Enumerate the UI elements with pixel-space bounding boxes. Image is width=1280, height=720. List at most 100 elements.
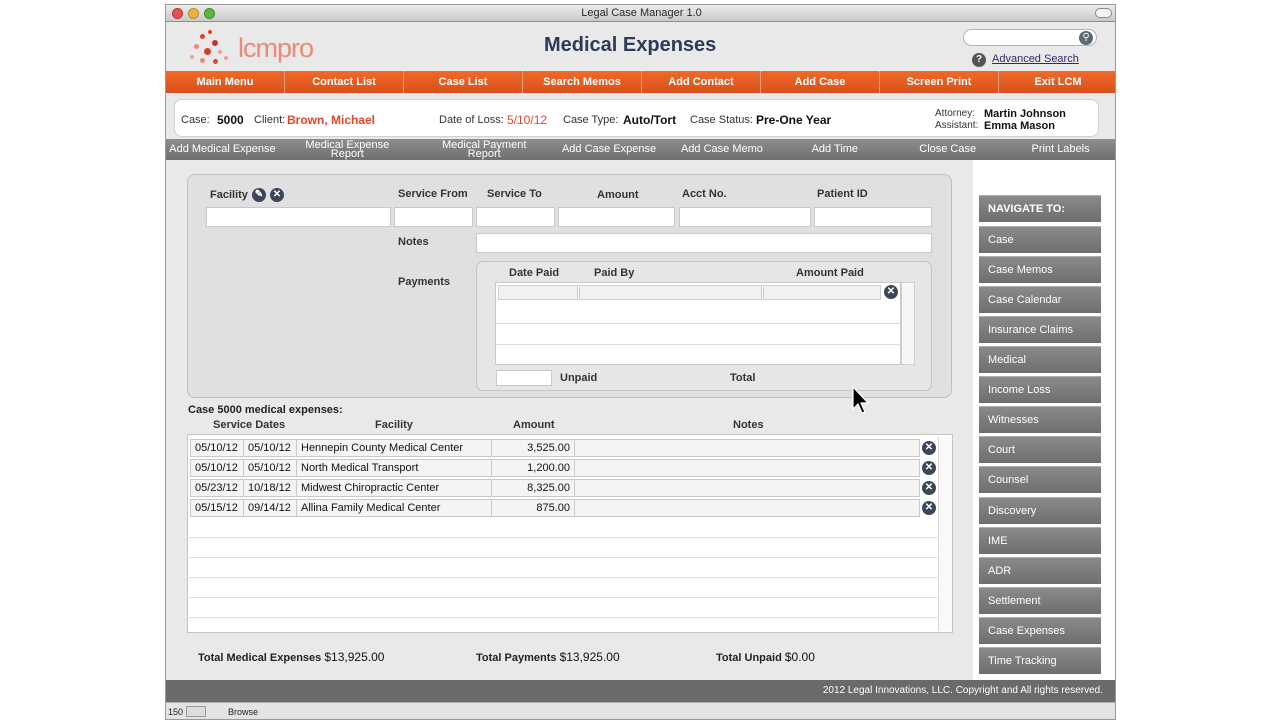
nav-adr[interactable]: ADR [979,557,1101,584]
advanced-search-link[interactable]: Advanced Search [992,53,1079,65]
acct-no-field[interactable] [679,207,811,227]
amount-cell[interactable]: 1,200.00 [491,459,575,477]
amount-label: Amount [597,189,639,201]
medical-payment-report-button[interactable]: Medical Payment Report [416,139,553,160]
nav-settlement[interactable]: Settlement [979,587,1101,614]
menu-contact-list[interactable]: Contact List [285,71,404,93]
help-icon[interactable]: ? [972,53,986,67]
action-bar: Add Medical Expense Medical Expense Repo… [166,139,1115,160]
facility-label: Facility [210,189,248,201]
toolbar-toggle-button[interactable] [1095,8,1112,18]
medical-expense-report-button[interactable]: Medical Expense Report [279,139,416,160]
search-input[interactable] [963,29,1097,46]
menu-add-case[interactable]: Add Case [761,71,880,93]
payment-paid-by-cell[interactable] [579,285,762,300]
menu-add-contact[interactable]: Add Contact [642,71,761,93]
menu-screen-print[interactable]: Screen Print [880,71,999,93]
service-from-cell[interactable]: 05/10/12 [190,459,244,477]
nav-insurance-claims[interactable]: Insurance Claims [979,316,1101,343]
facility-header: Facility [375,419,413,431]
expense-row[interactable]: 05/10/12 05/10/12 Hennepin County Medica… [190,439,938,457]
amount-cell[interactable]: 8,325.00 [491,479,575,497]
delete-expense-icon[interactable]: ✕ [922,481,936,495]
unpaid-label: Unpaid [560,372,598,384]
menu-exit-lcm[interactable]: Exit LCM [999,71,1115,93]
delete-payment-icon[interactable]: ✕ [884,285,898,299]
notes-field[interactable] [476,233,932,253]
clear-facility-icon[interactable]: ✕ [270,188,284,202]
expenses-list: 05/10/12 05/10/12 Hennepin County Medica… [187,434,953,633]
notes-cell[interactable] [574,499,920,517]
search-icon[interactable]: ⚲ [1079,31,1093,45]
nav-counsel[interactable]: Counsel [979,466,1101,493]
service-from-cell[interactable]: 05/23/12 [190,479,244,497]
case-label: Case: [181,114,210,126]
payment-amount-cell[interactable] [763,285,881,300]
facility-cell[interactable]: North Medical Transport [296,459,492,477]
payments-scrollbar[interactable] [901,282,915,365]
facility-cell[interactable]: Allina Family Medical Center [296,499,492,517]
notes-cell[interactable] [574,479,920,497]
case-status-value: Pre-One Year [756,113,832,127]
notes-cell[interactable] [574,439,920,457]
attorney-name: Martin Johnson [984,108,1066,120]
nav-time-tracking[interactable]: Time Tracking [979,647,1101,674]
app-window: Legal Case Manager 1.0 lcmpro Medical Ex… [165,4,1116,720]
nav-case-expenses[interactable]: Case Expenses [979,617,1101,644]
zoom-control-icon[interactable] [186,706,206,717]
close-case-button[interactable]: Close Case [891,139,1004,160]
expense-row[interactable]: 05/15/12 09/14/12 Allina Family Medical … [190,499,938,517]
expense-row[interactable]: 05/23/12 10/18/12 Midwest Chiropractic C… [190,479,938,497]
payments-list[interactable]: ✕ [495,282,902,365]
nav-court[interactable]: Court [979,436,1101,463]
menu-case-list[interactable]: Case List [404,71,523,93]
amount-cell[interactable]: 3,525.00 [491,439,575,457]
facility-cell[interactable]: Hennepin County Medical Center [296,439,492,457]
expense-row[interactable]: 05/10/12 05/10/12 North Medical Transpor… [190,459,938,477]
assistant-label: Assistant: [935,120,979,131]
service-from-cell[interactable]: 05/10/12 [190,439,244,457]
menu-search-memos[interactable]: Search Memos [523,71,642,93]
facility-cell[interactable]: Midwest Chiropractic Center [296,479,492,497]
total-payments-value: $13,925.00 [559,650,620,664]
expenses-scrollbar[interactable] [938,437,952,631]
nav-ime[interactable]: IME [979,527,1101,554]
app-header: lcmpro Medical Expenses ⚲ ? Advanced Sea… [166,22,1115,71]
logo-text: lcmpro [238,33,314,63]
service-to-field[interactable] [476,207,555,227]
service-from-cell[interactable]: 05/15/12 [190,499,244,517]
nav-witnesses[interactable]: Witnesses [979,406,1101,433]
add-case-expense-button[interactable]: Add Case Expense [553,139,666,160]
nav-case[interactable]: Case [979,226,1101,253]
nav-income-loss[interactable]: Income Loss [979,376,1101,403]
payment-date-cell[interactable] [498,285,578,300]
delete-expense-icon[interactable]: ✕ [922,501,936,515]
amount-cell[interactable]: 875.00 [491,499,575,517]
zoom-level[interactable]: 150 [168,707,183,717]
service-to-cell[interactable]: 10/18/12 [243,479,297,497]
add-time-button[interactable]: Add Time [778,139,891,160]
delete-expense-icon[interactable]: ✕ [922,461,936,475]
add-case-memo-button[interactable]: Add Case Memo [666,139,779,160]
service-to-cell[interactable]: 05/10/12 [243,459,297,477]
mouse-pointer-icon [852,386,870,414]
browse-mode[interactable]: Browse [228,707,258,717]
delete-expense-icon[interactable]: ✕ [922,441,936,455]
notes-cell[interactable] [574,459,920,477]
nav-case-memos[interactable]: Case Memos [979,256,1101,283]
facility-field[interactable] [206,207,391,227]
window-title: Legal Case Manager 1.0 [581,7,702,19]
service-to-cell[interactable]: 05/10/12 [243,439,297,457]
nav-discovery[interactable]: Discovery [979,497,1101,524]
edit-facility-icon[interactable]: ✎ [252,188,266,202]
nav-case-calendar[interactable]: Case Calendar [979,286,1101,313]
menu-main-menu[interactable]: Main Menu [166,71,285,93]
unpaid-field[interactable] [496,370,552,386]
service-from-field[interactable] [394,207,473,227]
patient-id-field[interactable] [814,207,932,227]
print-labels-button[interactable]: Print Labels [1004,139,1115,160]
add-medical-expense-button[interactable]: Add Medical Expense [166,139,279,160]
nav-medical[interactable]: Medical [979,346,1101,373]
amount-field[interactable] [558,207,675,227]
service-to-cell[interactable]: 09/14/12 [243,499,297,517]
